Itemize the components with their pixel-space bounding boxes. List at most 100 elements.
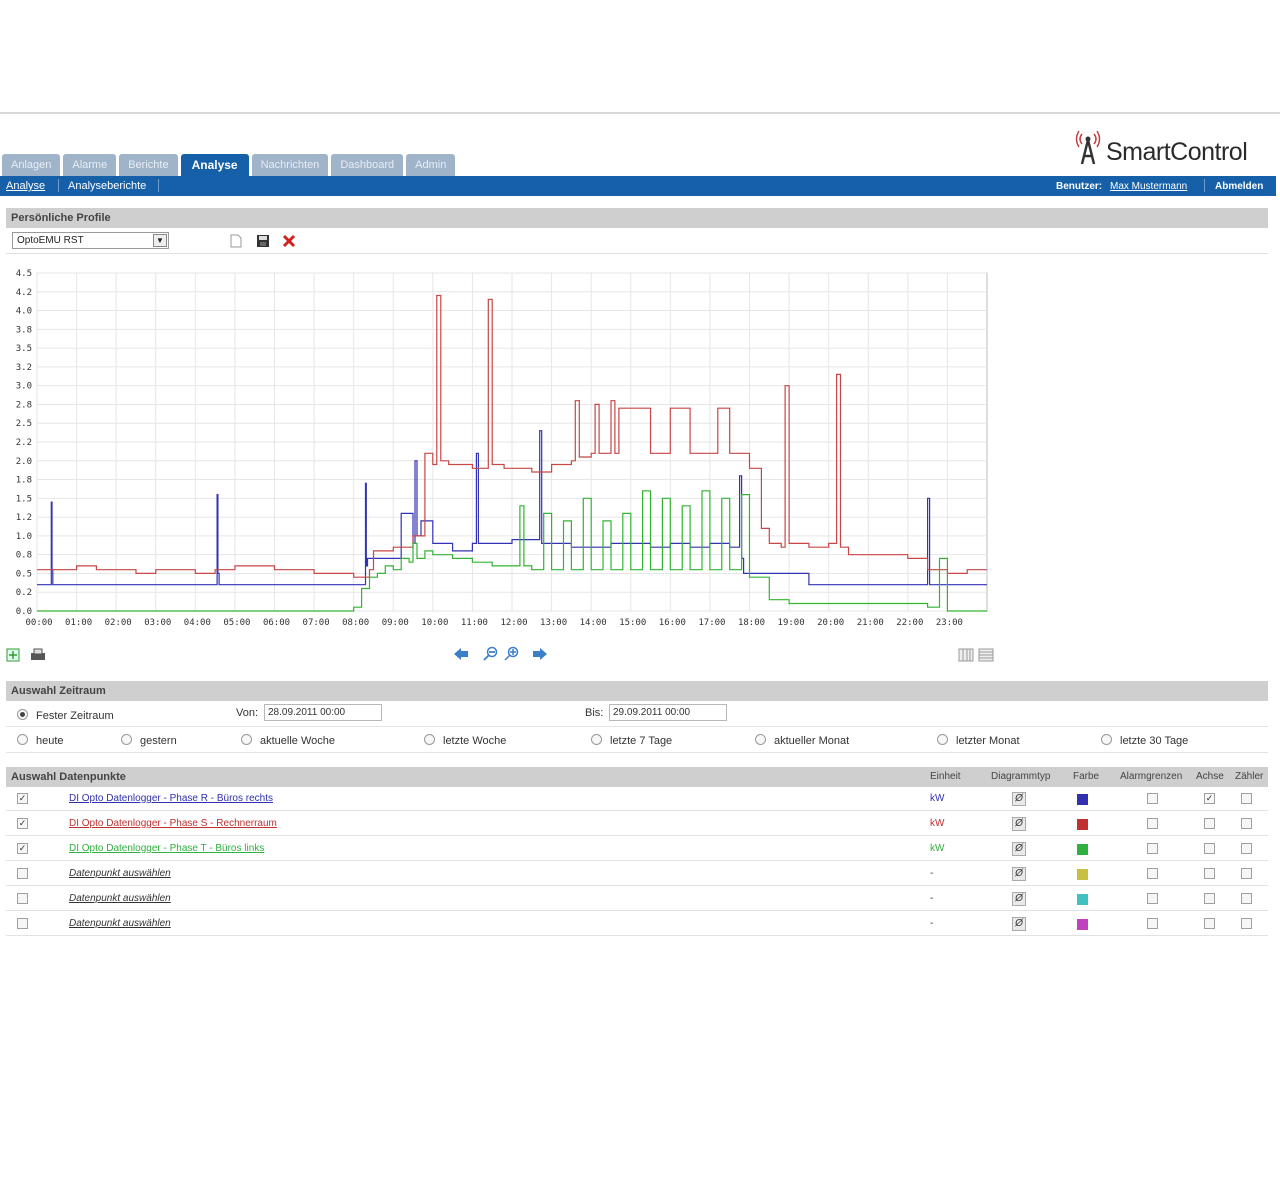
option-gestern-label: gestern — [140, 735, 177, 747]
alarm-checkbox[interactable] — [1147, 843, 1158, 854]
radio-aktuelle-woche[interactable] — [241, 734, 252, 745]
x-tick-label: 22:00 — [896, 618, 923, 628]
x-tick-label: 19:00 — [778, 618, 805, 628]
chart-type-icon[interactable]: Ø — [1012, 892, 1026, 906]
datapoint-link[interactable]: DI Opto Datenlogger - Phase T - Büros li… — [69, 843, 264, 854]
zoom-in-icon[interactable] — [504, 646, 520, 662]
zoom-out-icon[interactable] — [483, 646, 499, 662]
chart-type-icon[interactable]: Ø — [1012, 817, 1026, 831]
radio-letzte-woche[interactable] — [424, 734, 435, 745]
axis-checkbox[interactable] — [1204, 818, 1215, 829]
datapoint-link[interactable]: DI Opto Datenlogger - Phase R - Büros re… — [69, 793, 273, 804]
column-header-color: Farbe — [1073, 771, 1100, 782]
from-date-input[interactable]: 28.09.2011 00:00 — [264, 704, 382, 721]
tab-berichte[interactable]: Berichte — [119, 154, 178, 176]
chart-type-icon[interactable]: Ø — [1012, 917, 1026, 931]
alarm-checkbox[interactable] — [1147, 918, 1158, 929]
user-name-link[interactable]: Max Mustermann — [1110, 181, 1187, 192]
datapoint-link[interactable]: Datenpunkt auswählen — [69, 918, 171, 929]
counter-checkbox[interactable] — [1241, 843, 1252, 854]
chevron-down-icon: ▼ — [153, 234, 167, 247]
color-swatch[interactable] — [1077, 819, 1088, 830]
x-tick-label: 21:00 — [857, 618, 884, 628]
axis-checkbox[interactable] — [1204, 868, 1215, 879]
chart-type-icon[interactable]: Ø — [1012, 867, 1026, 881]
radio-heute[interactable] — [17, 734, 28, 745]
x-tick-label: 14:00 — [580, 618, 607, 628]
datapoint-checkbox[interactable] — [17, 893, 28, 904]
to-date-input[interactable]: 29.09.2011 00:00 — [609, 704, 727, 721]
chart-type-icon[interactable]: Ø — [1012, 792, 1026, 806]
y-tick-label: 2.5 — [16, 419, 32, 429]
column-header-axis: Achse — [1196, 771, 1224, 782]
radio-letzter-monat[interactable] — [937, 734, 948, 745]
main-tabs: Anlagen Alarme Berichte Analyse Nachrich… — [2, 154, 456, 176]
view-list-icon[interactable] — [958, 648, 974, 662]
alarm-checkbox[interactable] — [1147, 818, 1158, 829]
datapoint-link[interactable]: Datenpunkt auswählen — [69, 893, 171, 904]
subnav-analyse[interactable]: Analyse — [6, 180, 45, 192]
axis-checkbox[interactable] — [1204, 843, 1215, 854]
radio-letzte-7-tage[interactable] — [591, 734, 602, 745]
delete-icon[interactable] — [282, 234, 296, 248]
datapoint-checkbox[interactable] — [17, 918, 28, 929]
axis-checkbox[interactable] — [1204, 918, 1215, 929]
view-table-icon[interactable] — [978, 648, 994, 662]
save-icon[interactable] — [256, 234, 270, 248]
counter-checkbox[interactable] — [1241, 818, 1252, 829]
radio-letzte-30-tage[interactable] — [1101, 734, 1112, 745]
radio-aktueller-monat[interactable] — [755, 734, 766, 745]
tab-anlagen[interactable]: Anlagen — [2, 154, 61, 176]
datapoint-link[interactable]: Datenpunkt auswählen — [69, 868, 171, 879]
subnav-analyseberichte[interactable]: Analyseberichte — [68, 180, 146, 192]
tab-dashboard[interactable]: Dashboard — [331, 154, 404, 176]
tab-nachrichten[interactable]: Nachrichten — [251, 154, 329, 176]
datapoint-checkbox[interactable] — [17, 868, 28, 879]
radio-gestern[interactable] — [121, 734, 132, 745]
tab-analyse[interactable]: Analyse — [180, 154, 249, 176]
option-aktuelle-woche-label: aktuelle Woche — [260, 735, 336, 747]
color-swatch[interactable] — [1077, 894, 1088, 905]
alarm-checkbox[interactable] — [1147, 868, 1158, 879]
color-swatch[interactable] — [1077, 869, 1088, 880]
alarm-checkbox[interactable] — [1147, 893, 1158, 904]
datapoint-checkbox[interactable]: ✓ — [17, 818, 28, 829]
counter-checkbox[interactable] — [1241, 893, 1252, 904]
color-swatch[interactable] — [1077, 844, 1088, 855]
chart-type-icon[interactable]: Ø — [1012, 842, 1026, 856]
counter-checkbox[interactable] — [1241, 918, 1252, 929]
profile-select-value: OptoEMU RST — [17, 235, 84, 246]
alarm-checkbox[interactable] — [1147, 793, 1158, 804]
x-tick-label: 06:00 — [263, 618, 290, 628]
datapoint-row: Datenpunkt auswählen - Ø — [6, 912, 1268, 936]
axis-checkbox[interactable] — [1204, 893, 1215, 904]
y-tick-label: 2.2 — [16, 438, 32, 448]
tab-alarme[interactable]: Alarme — [63, 154, 117, 176]
counter-checkbox[interactable] — [1241, 868, 1252, 879]
new-document-icon[interactable] — [230, 234, 242, 248]
datapoint-unit: - — [930, 868, 934, 879]
period-divider — [6, 726, 1268, 727]
option-aktueller-monat-label: aktueller Monat — [774, 735, 850, 747]
x-tick-label: 10:00 — [421, 618, 448, 628]
radio-fixed-period[interactable] — [17, 709, 28, 720]
column-header-type: Diagrammtyp — [991, 771, 1051, 782]
logout-link[interactable]: Abmelden — [1215, 181, 1263, 192]
datapoint-link[interactable]: DI Opto Datenlogger - Phase S - Rechnerr… — [69, 818, 277, 829]
axis-checkbox[interactable]: ✓ — [1204, 793, 1215, 804]
datapoints-title: Auswahl Datenpunkte — [11, 771, 126, 783]
datapoint-checkbox[interactable]: ✓ — [17, 793, 28, 804]
arrow-left-icon[interactable] — [453, 647, 469, 661]
y-tick-label: 0.8 — [16, 551, 32, 561]
color-swatch[interactable] — [1077, 919, 1088, 930]
color-swatch[interactable] — [1077, 794, 1088, 805]
export-icon[interactable] — [6, 648, 20, 662]
profile-select[interactable]: OptoEMU RST ▼ — [12, 232, 169, 249]
y-tick-label: 1.5 — [16, 494, 32, 504]
counter-checkbox[interactable] — [1241, 793, 1252, 804]
print-icon[interactable] — [30, 648, 46, 662]
datapoint-checkbox[interactable]: ✓ — [17, 843, 28, 854]
tab-admin[interactable]: Admin — [406, 154, 456, 176]
x-tick-label: 16:00 — [659, 618, 686, 628]
arrow-right-icon[interactable] — [532, 647, 548, 661]
